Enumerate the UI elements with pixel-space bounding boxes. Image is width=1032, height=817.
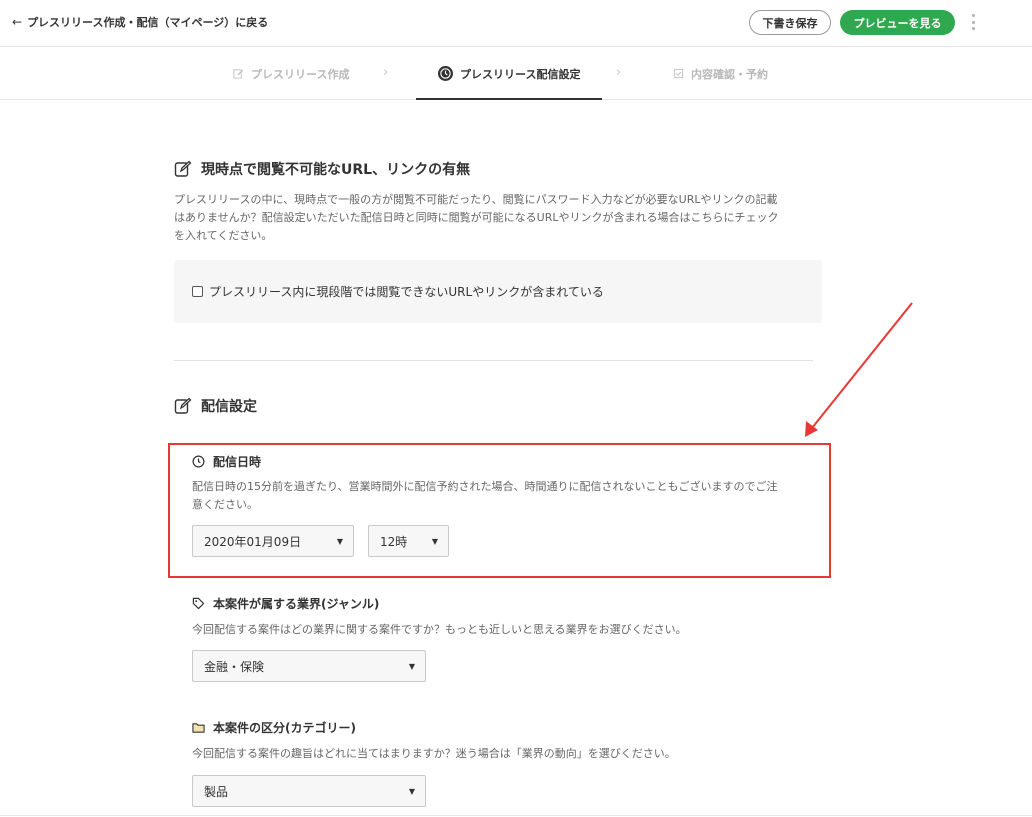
step-settings-label: プレスリリース配信設定 (460, 67, 581, 81)
genre-select[interactable]: 金融・保険 ▼ (192, 650, 426, 682)
url-checkbox-label: プレスリリース内に現段階では閲覧できないURLやリンクが含まれている (209, 285, 604, 299)
genre-title: 本案件が属する業界(ジャンル) (192, 595, 379, 612)
category-description: 今回配信する案件の趣旨はどれに当てはまりますか？迷う場合は「業界の動向」を選びく… (192, 747, 676, 760)
step-indicator: プレスリリース作成 › プレスリリース配信設定 › 内容確認・予約 (0, 48, 1032, 100)
caret-down-icon: ▼ (408, 786, 415, 796)
genre-select-value: 金融・保険 (204, 659, 265, 674)
chevron-right-icon: › (616, 65, 622, 80)
annotation-arrow (805, 302, 913, 437)
highlight-box (168, 443, 831, 578)
step-confirm-label: 内容確認・予約 (691, 67, 768, 81)
caret-down-icon: ▼ (408, 661, 415, 671)
delivery-section-title: 配信設定 (174, 396, 257, 416)
category-select[interactable]: 製品 ▼ (192, 775, 426, 807)
step-settings[interactable]: プレスリリース配信設定 (415, 48, 603, 100)
edit-icon (174, 160, 192, 177)
desc-line: プレスリリースの中に、現時点で一般の方が閲覧不可能だったり、閲覧にパスワード入力… (174, 193, 778, 206)
back-link[interactable]: ← プレスリリース作成・配信（マイページ）に戻る (12, 13, 268, 31)
top-bar: ← プレスリリース作成・配信（マイページ）に戻る 下書き保存 プレビューを見る (0, 0, 1032, 47)
url-section-title-text: 現時点で閲覧不可能なURL、リンクの有無 (201, 162, 471, 178)
more-menu-icon[interactable] (966, 12, 980, 32)
url-section-title: 現時点で閲覧不可能なURL、リンクの有無 (174, 159, 470, 179)
step-create[interactable]: プレスリリース作成 (233, 48, 349, 99)
arrow-left-icon: ← (12, 15, 23, 29)
desc-line: を入れてください。 (174, 229, 273, 242)
desc-line: はありませんか？配信設定いただいた配信日時と同時に閲覧が可能になるURLやリンク… (174, 211, 779, 224)
genre-title-text: 本案件が属する業界(ジャンル) (213, 597, 380, 611)
edit-icon (174, 397, 192, 414)
preview-button[interactable]: プレビューを見る (840, 10, 955, 35)
category-title-text: 本案件の区分(カテゴリー) (213, 721, 356, 735)
bottom-divider (0, 815, 1032, 816)
clock-icon (438, 66, 453, 81)
folder-icon (192, 723, 205, 733)
delivery-section-title-text: 配信設定 (201, 399, 257, 415)
step-create-label: プレスリリース作成 (251, 67, 350, 81)
url-checkbox[interactable] (192, 286, 203, 297)
genre-description: 今回配信する案件はどの業界に関する案件ですか？もっとも近しいと思える業界をお選び… (192, 623, 687, 636)
page: ← プレスリリース作成・配信（マイページ）に戻る 下書き保存 プレビューを見る … (0, 0, 1032, 817)
url-section-description: プレスリリースの中に、現時点で一般の方が閲覧不可能だったり、閲覧にパスワード入力… (174, 191, 779, 245)
category-title: 本案件の区分(カテゴリー) (192, 719, 356, 736)
url-checkbox-panel: プレスリリース内に現段階では閲覧できないURLやリンクが含まれている (174, 260, 822, 323)
chevron-right-icon: › (383, 65, 389, 80)
check-doc-icon (673, 68, 684, 79)
edit-icon (233, 69, 244, 79)
category-select-value: 製品 (204, 784, 229, 799)
step-confirm[interactable]: 内容確認・予約 (673, 48, 768, 99)
save-draft-button[interactable]: 下書き保存 (749, 10, 831, 35)
back-link-label: プレスリリース作成・配信（マイページ）に戻る (27, 16, 269, 29)
section-divider (174, 360, 813, 361)
tag-icon (192, 597, 205, 610)
url-checkbox-row[interactable]: プレスリリース内に現段階では閲覧できないURLやリンクが含まれている (192, 283, 604, 300)
